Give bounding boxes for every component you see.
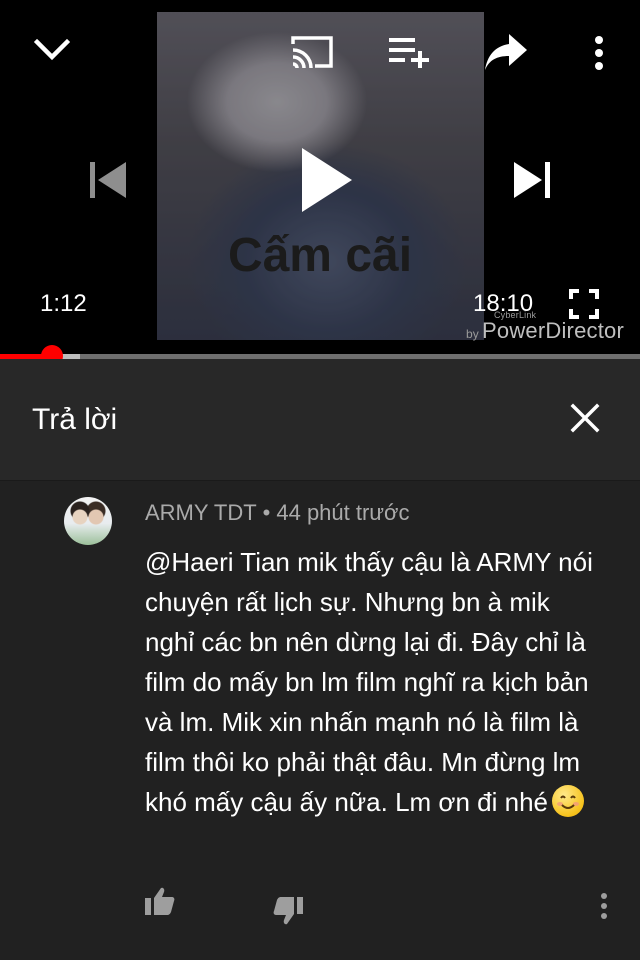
powerdirector-watermark: CyberLink by PowerDirector <box>465 310 624 344</box>
skip-previous-icon[interactable] <box>88 160 128 200</box>
comment-timestamp: 44 phút trước <box>276 500 410 525</box>
comment-text: @Haeri Tian mik thấy cậu là ARMY nói chu… <box>145 547 601 817</box>
comment-meta: ARMY TDT • 44 phút trước <box>145 500 409 526</box>
comment-more-icon[interactable] <box>599 893 609 924</box>
reply-panel-header: Trả lời <box>0 359 640 481</box>
close-icon[interactable] <box>570 403 600 438</box>
reply-panel-title: Trả lời <box>32 403 118 436</box>
chevron-down-icon[interactable] <box>34 36 70 64</box>
smiling-face-icon <box>552 785 584 817</box>
cast-icon[interactable] <box>289 34 335 70</box>
watermark-by: by <box>465 327 480 341</box>
thumbs-up-icon[interactable] <box>144 886 176 921</box>
current-time: 1:12 <box>40 290 87 317</box>
meta-separator: • <box>262 500 271 525</box>
comment-author[interactable]: ARMY TDT <box>145 500 257 525</box>
skip-next-icon[interactable] <box>512 160 552 200</box>
watermark-cyberlink: CyberLink <box>493 310 537 320</box>
comment-body: @Haeri Tian mik thấy cậu là ARMY nói chu… <box>145 542 605 822</box>
avatar[interactable] <box>64 497 112 545</box>
fullscreen-icon[interactable] <box>569 289 599 319</box>
share-icon[interactable] <box>483 32 529 72</box>
more-vertical-icon[interactable] <box>593 36 605 70</box>
play-icon[interactable] <box>298 146 354 214</box>
video-player[interactable]: Cấm cãi 1:12 18:10 CyberLink by PowerDir… <box>0 0 640 356</box>
playlist-add-icon[interactable] <box>387 36 431 68</box>
watermark-brand: PowerDirector <box>482 318 624 343</box>
thumbs-down-icon[interactable] <box>272 896 304 931</box>
video-caption-text: Cấm cãi <box>227 229 413 282</box>
